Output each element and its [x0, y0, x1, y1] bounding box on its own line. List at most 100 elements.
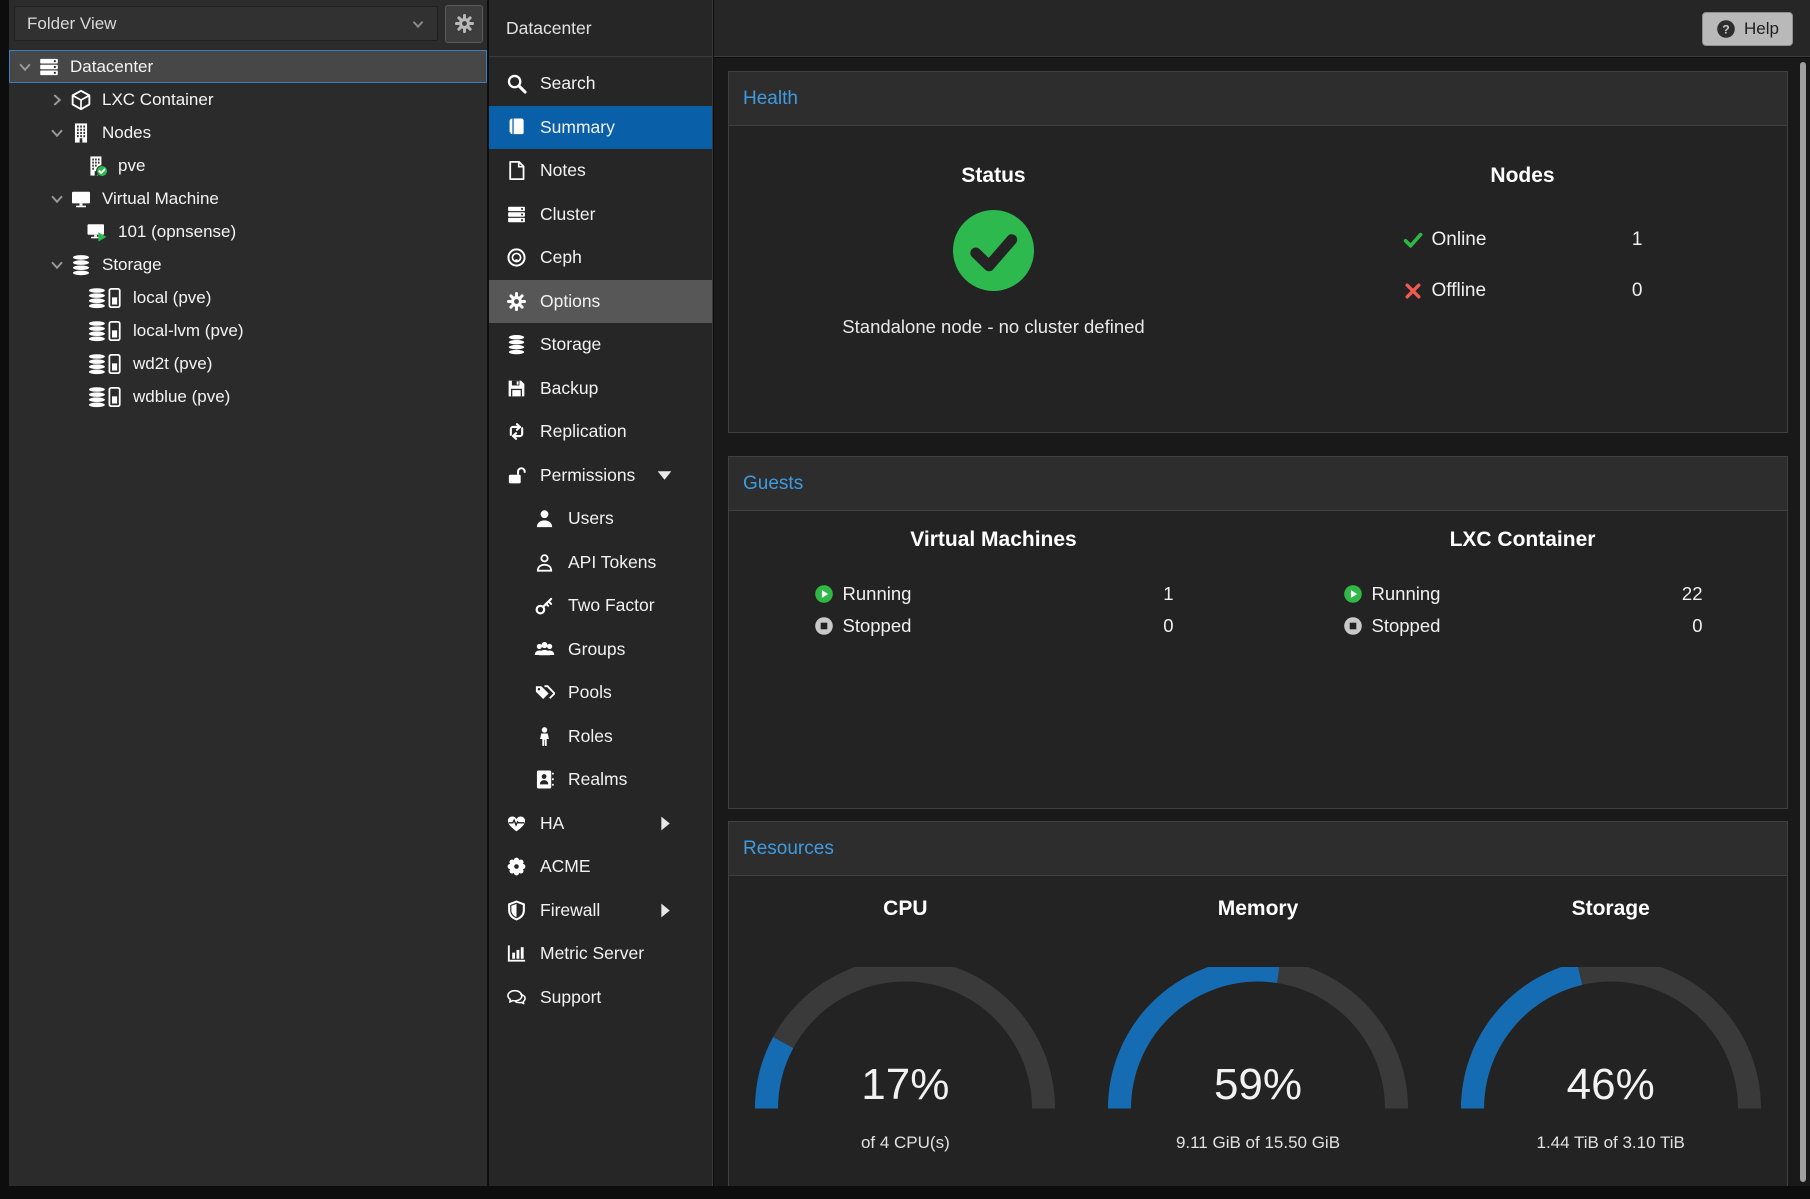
nav-item-options[interactable]: Options [489, 280, 712, 324]
nav-item-cluster[interactable]: Cluster [489, 193, 712, 237]
nav-item-roles[interactable]: Roles [489, 715, 712, 759]
search-icon [506, 73, 527, 94]
tree-item-label: wd2t (pve) [133, 354, 212, 374]
tree-item-storage-wd2t[interactable]: wd2t (pve) [9, 347, 487, 380]
tree-item-label: local (pve) [133, 288, 211, 308]
resources-panel: Resources CPU 17% of 4 CPU(s) Memory [728, 821, 1788, 1186]
nav-item-permissions[interactable]: Permissions [489, 454, 712, 498]
virtual-machines-column: Virtual Machines Running 1 Stopped 0 [729, 511, 1258, 642]
tree-item-vm-101[interactable]: 101 (opnsense) [9, 215, 487, 248]
tree-item-label: pve [118, 156, 145, 176]
lxc-column: LXC Container Running 22 Stopped 0 [1258, 511, 1787, 642]
nav-panel-title-text: Datacenter [506, 18, 592, 39]
collapse-chevron-icon[interactable] [46, 188, 68, 210]
tree-item-label: Nodes [102, 123, 151, 143]
book-icon [506, 117, 527, 138]
nav-item-support[interactable]: Support [489, 976, 712, 1020]
caret-right-icon[interactable] [654, 900, 675, 921]
nav-item-two-factor[interactable]: Two Factor [489, 584, 712, 628]
heartbeat-icon [506, 813, 527, 834]
tree-item-pve[interactable]: pve [9, 149, 487, 182]
nav-item-ha[interactable]: HA [489, 802, 712, 846]
storage-usage-icon [86, 353, 123, 375]
tree-item-storage-local-lvm[interactable]: local-lvm (pve) [9, 314, 487, 347]
running-icon [814, 584, 834, 604]
view-mode-select[interactable]: Folder View [14, 6, 438, 41]
collapse-chevron-icon[interactable] [46, 122, 68, 144]
monitor-icon [70, 188, 92, 210]
tree-item-label: wdblue (pve) [133, 387, 230, 407]
tree-item-lxc-container[interactable]: LXC Container [9, 83, 487, 116]
users-icon [534, 639, 555, 660]
replication-icon [506, 421, 527, 442]
expand-chevron-icon[interactable] [46, 89, 68, 111]
tree-item-storage[interactable]: Storage [9, 248, 487, 281]
tree-item-label: Datacenter [70, 57, 153, 77]
nav-item-summary[interactable]: Summary [489, 106, 712, 150]
tree-item-storage-wdblue[interactable]: wdblue (pve) [9, 380, 487, 413]
caret-right-icon[interactable] [654, 813, 675, 834]
cpu-gauge-column: CPU 17% of 4 CPU(s) [729, 876, 1082, 1153]
unlock-icon [506, 465, 527, 486]
lxc-stopped-count: 0 [1692, 615, 1702, 637]
node-online-icon [86, 155, 108, 177]
guests-panel: Guests Virtual Machines Running 1 Stoppe… [728, 456, 1788, 809]
note-icon [506, 160, 527, 181]
tree-item-label: local-lvm (pve) [133, 321, 244, 341]
nav-item-notes[interactable]: Notes [489, 149, 712, 193]
gear-icon [454, 13, 475, 34]
nav-item-metric-server[interactable]: Metric Server [489, 932, 712, 976]
tree-item-nodes[interactable]: Nodes [9, 116, 487, 149]
tree-item-datacenter[interactable]: Datacenter [9, 50, 487, 83]
help-button[interactable]: ? Help [1702, 12, 1793, 46]
nodes-column: Nodes Online 1 Offline 0 [1258, 126, 1787, 338]
nav-item-replication[interactable]: Replication [489, 410, 712, 454]
collapse-chevron-icon[interactable] [14, 56, 36, 78]
offline-count: 0 [1632, 280, 1643, 302]
database-icon [506, 334, 527, 355]
status-heading: Status [729, 164, 1258, 188]
nav-item-ceph[interactable]: Ceph [489, 236, 712, 280]
memory-detail: 9.11 GiB of 15.50 GiB [1082, 1133, 1435, 1153]
nav-item-firewall[interactable]: Firewall [489, 889, 712, 933]
memory-heading: Memory [1082, 897, 1435, 921]
nav-item-groups[interactable]: Groups [489, 628, 712, 672]
nodes-heading: Nodes [1258, 164, 1787, 188]
nav-item-backup[interactable]: Backup [489, 367, 712, 411]
resource-tree: Datacenter LXC Container Nodes pve Virtu… [9, 47, 487, 413]
stopped-icon [1343, 616, 1363, 636]
nav-item-api-tokens[interactable]: API Tokens [489, 541, 712, 585]
shield-icon [506, 900, 527, 921]
user-icon [534, 508, 555, 529]
storage-gauge: 46% [1461, 967, 1761, 1120]
online-count: 1 [1632, 229, 1643, 251]
health-panel: Health Status Standalone node - no clust… [728, 71, 1788, 433]
tree-item-virtual-machine[interactable]: Virtual Machine [9, 182, 487, 215]
nav-item-realms[interactable]: Realms [489, 758, 712, 802]
nav-item-users[interactable]: Users [489, 497, 712, 541]
building-icon [70, 122, 92, 144]
storage-usage-icon [86, 287, 123, 309]
nav-item-search[interactable]: Search [489, 62, 712, 106]
tree-item-label: 101 (opnsense) [118, 222, 236, 242]
caret-down-icon[interactable] [654, 465, 675, 486]
tree-settings-button[interactable] [445, 5, 483, 43]
collapse-chevron-icon[interactable] [46, 254, 68, 276]
tree-item-storage-local[interactable]: local (pve) [9, 281, 487, 314]
cluster-status-column: Status Standalone node - no cluster defi… [729, 126, 1258, 338]
help-icon: ? [1716, 19, 1736, 39]
resources-panel-title: Resources [743, 838, 834, 860]
tags-icon [534, 682, 555, 703]
proxmox-app: Folder View Datacenter LXC Container [0, 0, 1810, 1186]
health-panel-header: Health [729, 72, 1787, 126]
nav-item-pools[interactable]: Pools [489, 671, 712, 715]
nav-item-acme[interactable]: ACME [489, 845, 712, 889]
memory-gauge: 59% [1108, 967, 1408, 1120]
certificate-icon [506, 856, 527, 877]
cpu-gauge: 17% [755, 967, 1055, 1120]
vertical-scrollbar[interactable] [1800, 62, 1806, 1182]
storage-usage-icon [86, 320, 123, 342]
guests-panel-title: Guests [743, 473, 803, 495]
guests-panel-header: Guests [729, 457, 1787, 511]
nav-item-storage[interactable]: Storage [489, 323, 712, 367]
